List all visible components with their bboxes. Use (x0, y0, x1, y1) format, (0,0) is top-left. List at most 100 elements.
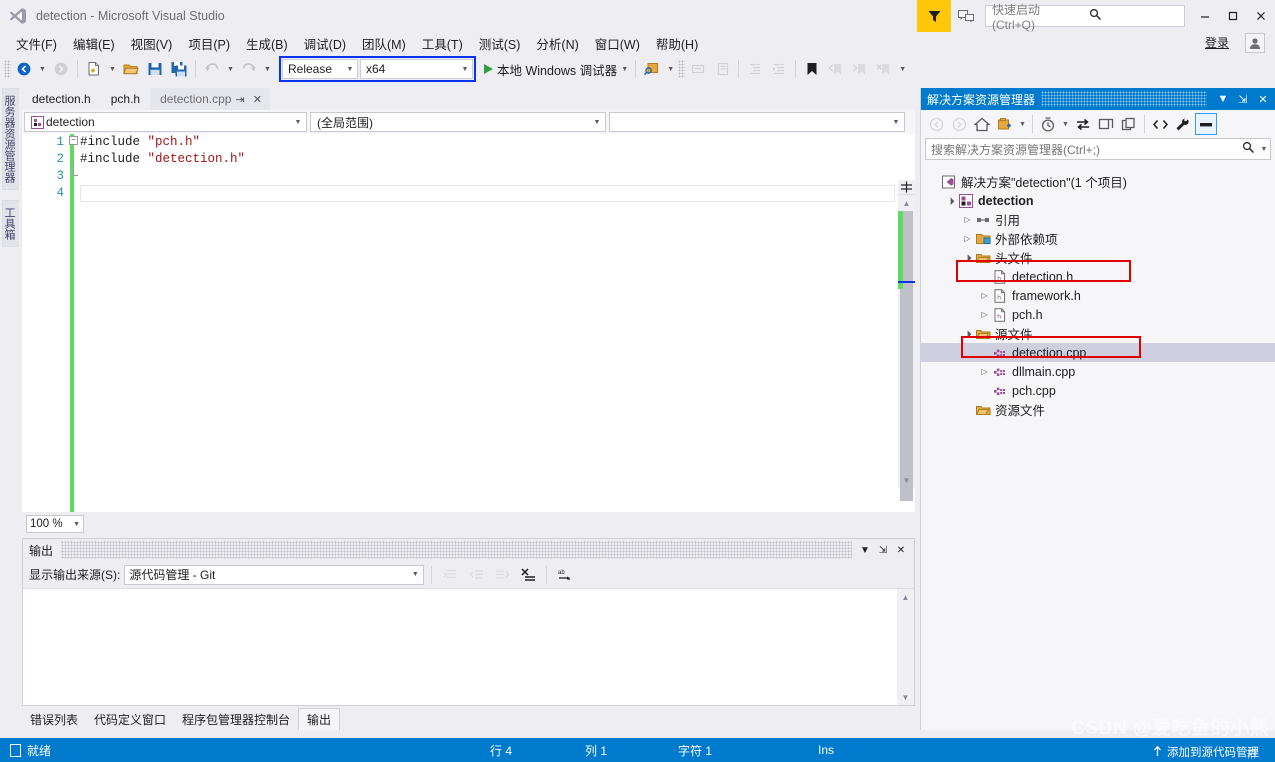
tree-node-framework.h[interactable]: ▷ h framework.h (921, 286, 1275, 305)
chevron-right-icon[interactable]: ▷ (978, 367, 991, 376)
preview-selected-items-icon[interactable] (1195, 113, 1217, 135)
navigation-scope-combo[interactable]: (全局范围) ▼ (310, 112, 606, 132)
collapse-outline-icon[interactable]: − (69, 136, 78, 145)
collapse-all-icon[interactable] (1095, 113, 1117, 135)
save-icon[interactable] (144, 58, 166, 80)
bottom-tab-error-list[interactable]: 错误列表 (22, 709, 86, 730)
solution-explorer-search-input[interactable]: 搜索解决方案资源管理器(Ctrl+;) ▼ (925, 138, 1271, 160)
tree-node-[interactable]: ▷ 外部依赖项 (921, 229, 1275, 248)
code-text[interactable]: − #include "pch.h" #include "detection.h… (69, 134, 915, 512)
panel-drag-handle[interactable] (61, 541, 852, 559)
tree-node-[interactable]: 资源文件 (921, 400, 1275, 419)
chevron-down-icon[interactable]: ▼ (856, 540, 874, 560)
pin-icon[interactable]: ⇲ (874, 540, 892, 560)
status-source-control[interactable]: 添加到源代码管理 (1152, 744, 1259, 760)
feedback-icon[interactable] (951, 0, 981, 32)
sign-in-link[interactable]: 登录 (1205, 34, 1229, 51)
pending-changes-dropdown-icon[interactable]: ▼ (1060, 113, 1071, 135)
sync-icon[interactable] (1072, 113, 1094, 135)
home-icon[interactable] (971, 113, 993, 135)
chevron-right-icon[interactable]: ▷ (961, 234, 974, 243)
bookmark-icon[interactable] (801, 58, 823, 80)
editor-tab-detection-h[interactable]: detection.h (22, 88, 101, 110)
tree-node-dllmain.cpp[interactable]: ▷ dllmain.cpp (921, 362, 1275, 381)
tree-node-[interactable]: ▷ 引用 (921, 210, 1275, 229)
close-icon[interactable]: ✕ (1253, 89, 1273, 109)
zoom-level-combo[interactable]: 100 % ▼ (26, 515, 84, 533)
solution-tree[interactable]: 解决方案"detection"(1 个项目) ◢ detection ▷ 引用 ▷ 外部依赖… (921, 168, 1275, 730)
chevron-right-icon[interactable]: ▷ (961, 215, 974, 224)
tree-node-detection1[interactable]: 解决方案"detection"(1 个项目) (921, 172, 1275, 191)
minimize-button[interactable] (1191, 0, 1219, 32)
maximize-button[interactable] (1219, 0, 1247, 32)
account-icon[interactable] (1245, 33, 1265, 53)
pending-changes-icon[interactable] (1037, 113, 1059, 135)
panel-drag-handle[interactable] (1041, 91, 1207, 107)
menu-item-file[interactable]: 文件(F) (8, 32, 65, 55)
chevron-down-icon[interactable]: ◢ (960, 326, 975, 341)
tree-node-[interactable]: ◢ 头文件 (921, 248, 1275, 267)
split-view-icon[interactable] (898, 180, 915, 195)
output-vertical-scrollbar[interactable]: ▲ ▼ (897, 589, 914, 705)
editor-tab-detection-cpp[interactable]: detection.cpp ⇥ ✕ (150, 88, 270, 110)
menu-item-help[interactable]: 帮助(H) (648, 32, 706, 55)
navigate-back-icon[interactable] (13, 58, 35, 80)
show-all-files-icon[interactable] (1149, 113, 1171, 135)
find-dropdown-icon[interactable]: ▼ (665, 58, 676, 80)
save-all-icon[interactable] (168, 58, 190, 80)
funnel-icon[interactable] (917, 0, 951, 32)
menu-item-build[interactable]: 生成(B) (238, 32, 296, 55)
menu-item-test[interactable]: 测试(S) (471, 32, 529, 55)
toolbar-grip[interactable] (4, 60, 11, 78)
tree-node-detection.cpp[interactable]: detection.cpp (921, 343, 1275, 362)
menu-item-tools[interactable]: 工具(T) (414, 32, 471, 55)
output-body[interactable]: ▲ ▼ (23, 589, 914, 705)
debug-target-dropdown-icon[interactable]: ▼ (619, 58, 630, 80)
toolbar-overflow-icon[interactable]: ▼ (897, 58, 908, 80)
bottom-tab-package-manager-console[interactable]: 程序包管理器控制台 (174, 709, 298, 730)
close-button[interactable] (1247, 0, 1275, 32)
solution-configuration-combo[interactable]: Release ▼ (282, 59, 358, 79)
refresh-icon[interactable] (1118, 113, 1140, 135)
sidebar-tab-toolbox[interactable]: 工具箱 (2, 200, 19, 247)
navigate-back-dropdown-icon[interactable]: ▼ (37, 58, 48, 80)
scroll-down-icon[interactable]: ▼ (898, 472, 915, 488)
chevron-down-icon[interactable]: ◢ (943, 193, 958, 208)
tree-node-pch.h[interactable]: ▷ h pch.h (921, 305, 1275, 324)
sidebar-tab-server-explorer[interactable]: 服务器资源管理器 (2, 88, 19, 190)
properties-icon[interactable] (1172, 113, 1194, 135)
add-new-item-dropdown-icon[interactable]: ▼ (1017, 113, 1028, 135)
solution-platform-combo[interactable]: x64 ▼ (360, 59, 473, 79)
tree-node-pch.cpp[interactable]: pch.cpp (921, 381, 1275, 400)
bottom-tab-code-definition[interactable]: 代码定义窗口 (86, 709, 174, 730)
menu-item-project[interactable]: 项目(P) (180, 32, 238, 55)
menu-item-edit[interactable]: 编辑(E) (65, 32, 123, 55)
scroll-up-icon[interactable]: ▲ (898, 195, 915, 211)
menu-item-view[interactable]: 视图(V) (123, 32, 181, 55)
scrollbar-track[interactable] (898, 211, 915, 501)
editor-tab-pch-h[interactable]: pch.h (100, 88, 151, 110)
menu-item-debug[interactable]: 调试(D) (296, 32, 354, 55)
scroll-down-icon[interactable]: ▼ (897, 689, 914, 705)
new-project-icon[interactable] (83, 58, 105, 80)
pin-icon[interactable]: ⇲ (1233, 89, 1253, 109)
resize-grip[interactable] (1247, 749, 1257, 759)
chevron-down-icon[interactable]: ▼ (1213, 89, 1233, 109)
search-options-dropdown-icon[interactable]: ▼ (1258, 146, 1270, 153)
new-project-dropdown-icon[interactable]: ▼ (107, 58, 118, 80)
quick-launch-input[interactable]: 快速启动 (Ctrl+Q) (985, 3, 1185, 32)
menu-item-team[interactable]: 团队(M) (354, 32, 414, 55)
toggle-word-wrap-icon[interactable]: ab (554, 564, 576, 586)
close-icon[interactable]: ✕ (249, 93, 266, 106)
menu-item-analyze[interactable]: 分析(N) (528, 32, 586, 55)
tree-node-detection[interactable]: ◢ detection (921, 191, 1275, 210)
find-in-files-icon[interactable] (641, 58, 663, 80)
tree-node-[interactable]: ◢ 源文件 (921, 324, 1275, 343)
chevron-right-icon[interactable]: ▷ (978, 310, 991, 319)
navigation-project-combo[interactable]: detection ▼ (24, 112, 307, 132)
chevron-right-icon[interactable]: ▷ (978, 291, 991, 300)
navigation-member-combo[interactable]: ▼ (609, 112, 905, 132)
add-new-item-icon[interactable] (994, 113, 1016, 135)
tree-node-detection.h[interactable]: h detection.h (921, 267, 1275, 286)
bottom-tab-output[interactable]: 输出 (298, 708, 341, 730)
